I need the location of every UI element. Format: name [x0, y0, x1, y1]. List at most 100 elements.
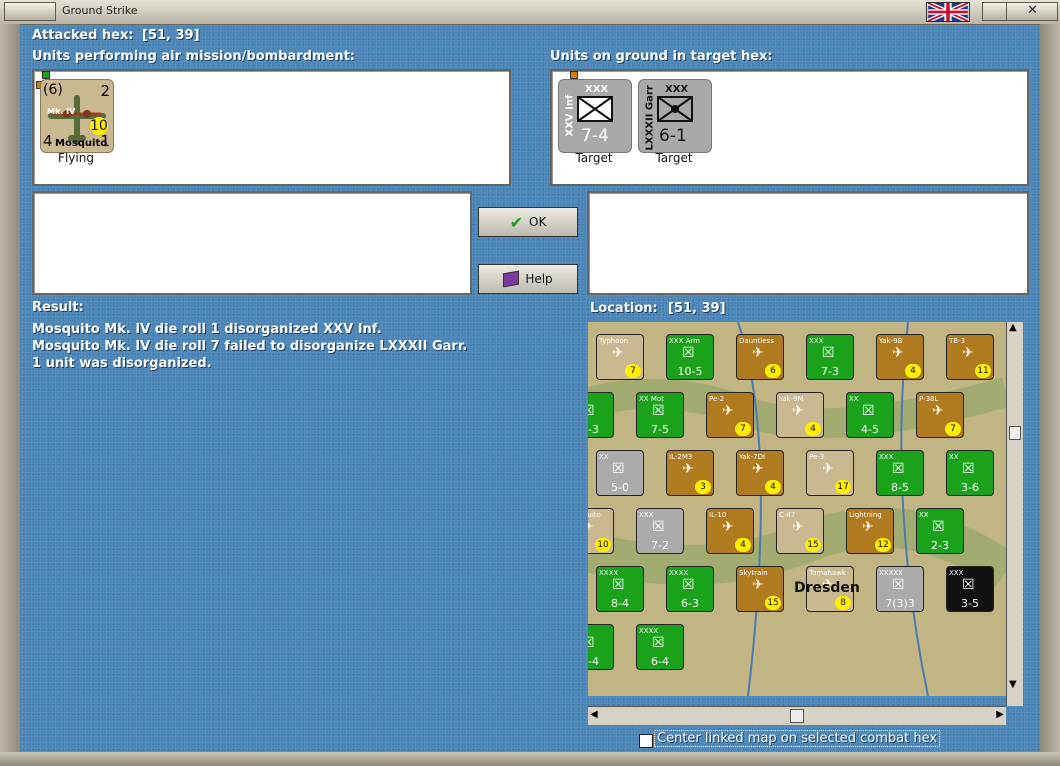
unit-symbol-icon: ☒: [962, 461, 975, 477]
scroll-down-icon: ▼: [1009, 679, 1017, 690]
map-unit-counter[interactable]: IL-10 ✈ 4: [706, 508, 754, 554]
unit-symbol-icon: ☒: [862, 403, 875, 419]
map-unit-value: 7: [945, 422, 961, 436]
map-unit-value: 6: [765, 364, 781, 378]
aircraft-icon: ✈: [682, 461, 694, 477]
map-unit-counter[interactable]: Dauntless ✈ 6: [736, 334, 784, 380]
map-unit-counter[interactable]: Pe-2 ✈ 7: [706, 392, 754, 438]
map-unit-value: 7-2: [651, 539, 669, 552]
map-unit-counter[interactable]: TB-3 ✈ 11: [946, 334, 994, 380]
result-line: Mosquito Mk. IV die roll 7 failed to dis…: [32, 339, 468, 354]
unit-symbol-icon: ☒: [932, 519, 945, 535]
map-unit-counter[interactable]: Mosquito✈10: [588, 508, 614, 554]
map-unit-counter[interactable]: Typhoon ✈ 7: [596, 334, 644, 380]
aircraft-icon: ✈: [792, 403, 804, 419]
center-map-checkbox[interactable]: [639, 734, 653, 748]
map-unit-counter[interactable]: C-47 ✈ 15: [776, 508, 824, 554]
unit-size-label: XXX: [665, 84, 689, 95]
garrison-symbol-icon: [657, 96, 693, 122]
aircraft-icon: ✈: [612, 345, 624, 361]
help-button[interactable]: Help: [478, 264, 578, 294]
map-unit-counter[interactable]: XXX ☒ 3-5: [946, 566, 994, 612]
map-unit-name: Skytrain: [739, 569, 768, 577]
map-unit-counter[interactable]: XXX☒7-4: [588, 624, 614, 670]
map-vertical-scrollbar[interactable]: ▲ ▼: [1006, 322, 1023, 706]
aircraft-icon: ✈: [892, 345, 904, 361]
map-unit-name: XXX Arm: [669, 337, 700, 345]
ok-button[interactable]: ✔ OK: [478, 207, 578, 237]
map-unit-counter[interactable]: XXX Arm ☒ 10-5: [666, 334, 714, 380]
unit-top-left-value: (6): [43, 82, 63, 98]
map-unit-counter[interactable]: Pe-3 ✈ 17: [806, 450, 854, 496]
map-unit-counter[interactable]: XXXX ☒ 8-4: [596, 566, 644, 612]
map-unit-value: 11: [975, 364, 991, 378]
map-unit-name: XX Mot: [639, 395, 664, 403]
center-map-label[interactable]: Center linked map on selected combat hex: [653, 730, 941, 747]
unit-counter-lxxxii-garr[interactable]: LXXXII Garr XXX 6-1: [638, 79, 712, 153]
unit-bottom-left-value: 4: [43, 132, 53, 150]
scroll-up-icon: ▲: [1009, 322, 1017, 333]
close-button[interactable]: ✕: [1006, 2, 1058, 21]
map-unit-value: 8-5: [891, 481, 909, 494]
aircraft-icon: ✈: [822, 461, 834, 477]
scroll-thumb[interactable]: [1009, 426, 1021, 440]
window-title: Ground Strike: [62, 4, 138, 17]
unit-symbol-icon: ☒: [652, 635, 665, 651]
map-unit-counter[interactable]: XXX ☒ 8-5: [876, 450, 924, 496]
map-unit-counter[interactable]: P-38L ✈ 7: [916, 392, 964, 438]
map-unit-counter[interactable]: Skytrain ✈ 15: [736, 566, 784, 612]
map-unit-counter[interactable]: XXXX ☒ 6-4: [636, 624, 684, 670]
system-menu-button[interactable]: [4, 2, 56, 21]
unit-status-label: Target: [575, 151, 613, 165]
map-unit-counter[interactable]: XX ☒ 3-6: [946, 450, 994, 496]
map-unit-name: XXXXX: [879, 569, 903, 577]
aircraft-icon: ✈: [792, 519, 804, 535]
ground-units-heading: Units on ground in target hex:: [550, 49, 773, 64]
unit-counter-xxv-inf[interactable]: XXV Inf XXX 7-4: [558, 79, 632, 153]
map-unit-counter[interactable]: XX ☒ 2-3: [916, 508, 964, 554]
unit-symbol-icon: ☒: [612, 461, 625, 477]
map-unit-counter[interactable]: IL-2M3 ✈ 3: [666, 450, 714, 496]
map-unit-value: 7(3)3: [885, 597, 915, 610]
map-unit-name: IL-10: [709, 511, 727, 519]
scroll-thumb[interactable]: [790, 709, 804, 723]
window-frame-right: [1040, 24, 1060, 754]
map-unit-value: 4: [805, 422, 821, 436]
map-unit-value: 8: [835, 596, 851, 610]
unit-name-label: Mosquito: [55, 138, 108, 149]
unit-symbol-icon: ☒: [892, 577, 905, 593]
map-unit-counter[interactable]: XX ☒ 4-5: [846, 392, 894, 438]
map-unit-name: Yak-9B: [879, 337, 903, 345]
map-unit-counter[interactable]: Lightning ✈ 12: [846, 508, 894, 554]
ground-units-panel: XXV Inf XXX 7-4 Target LXXXII Garr XXX 6…: [550, 69, 1029, 186]
mini-map[interactable]: Typhoon ✈ 7 XXX Arm ☒ 10-5 Dauntless ✈ 6 XXX ☒ 7-3 Y…: [588, 322, 1006, 696]
map-unit-name: XXX: [809, 337, 824, 345]
unit-top-right-value: 2: [100, 82, 110, 100]
unit-counter-mosquito[interactable]: (6) 2 Mk. IV 10 4 Mosquito 1: [40, 79, 114, 153]
infantry-symbol-icon: [577, 96, 613, 122]
map-horizontal-scrollbar[interactable]: ◀ ▶: [588, 706, 1006, 725]
map-unit-name: XX: [919, 511, 929, 519]
map-unit-counter[interactable]: I Inf☒8-3: [588, 392, 614, 438]
result-line: 1 unit was disorganized.: [32, 356, 212, 371]
map-unit-counter[interactable]: XXX ☒ 7-3: [806, 334, 854, 380]
map-unit-counter[interactable]: XXXX ☒ 6-3: [666, 566, 714, 612]
unit-symbol-icon: ☒: [682, 345, 695, 361]
map-unit-counter[interactable]: XXXXX ☒ 7(3)3: [876, 566, 924, 612]
map-unit-value: 7-4: [588, 655, 599, 668]
map-unit-value: 8-4: [611, 597, 629, 610]
map-unit-counter[interactable]: XX ☒ 5-0: [596, 450, 644, 496]
map-unit-counter[interactable]: Yak-9B ✈ 4: [876, 334, 924, 380]
map-unit-counter[interactable]: Yak-7DI ✈ 4: [736, 450, 784, 496]
window-frame-bottom: [0, 752, 1060, 766]
map-unit-counter[interactable]: XX Mot ☒ 7-5: [636, 392, 684, 438]
unit-status-label: Target: [655, 151, 693, 165]
window-frame-left: [0, 24, 20, 754]
map-unit-counter[interactable]: XXX ☒ 7-2: [636, 508, 684, 554]
map-unit-value: 5-0: [611, 481, 629, 494]
map-unit-value: 15: [765, 596, 781, 610]
map-unit-value: 15: [805, 538, 821, 552]
map-unit-counter[interactable]: Yak-9M ✈ 4: [776, 392, 824, 438]
help-button-label: Help: [525, 272, 553, 286]
unit-symbol-icon: ☒: [822, 345, 835, 361]
